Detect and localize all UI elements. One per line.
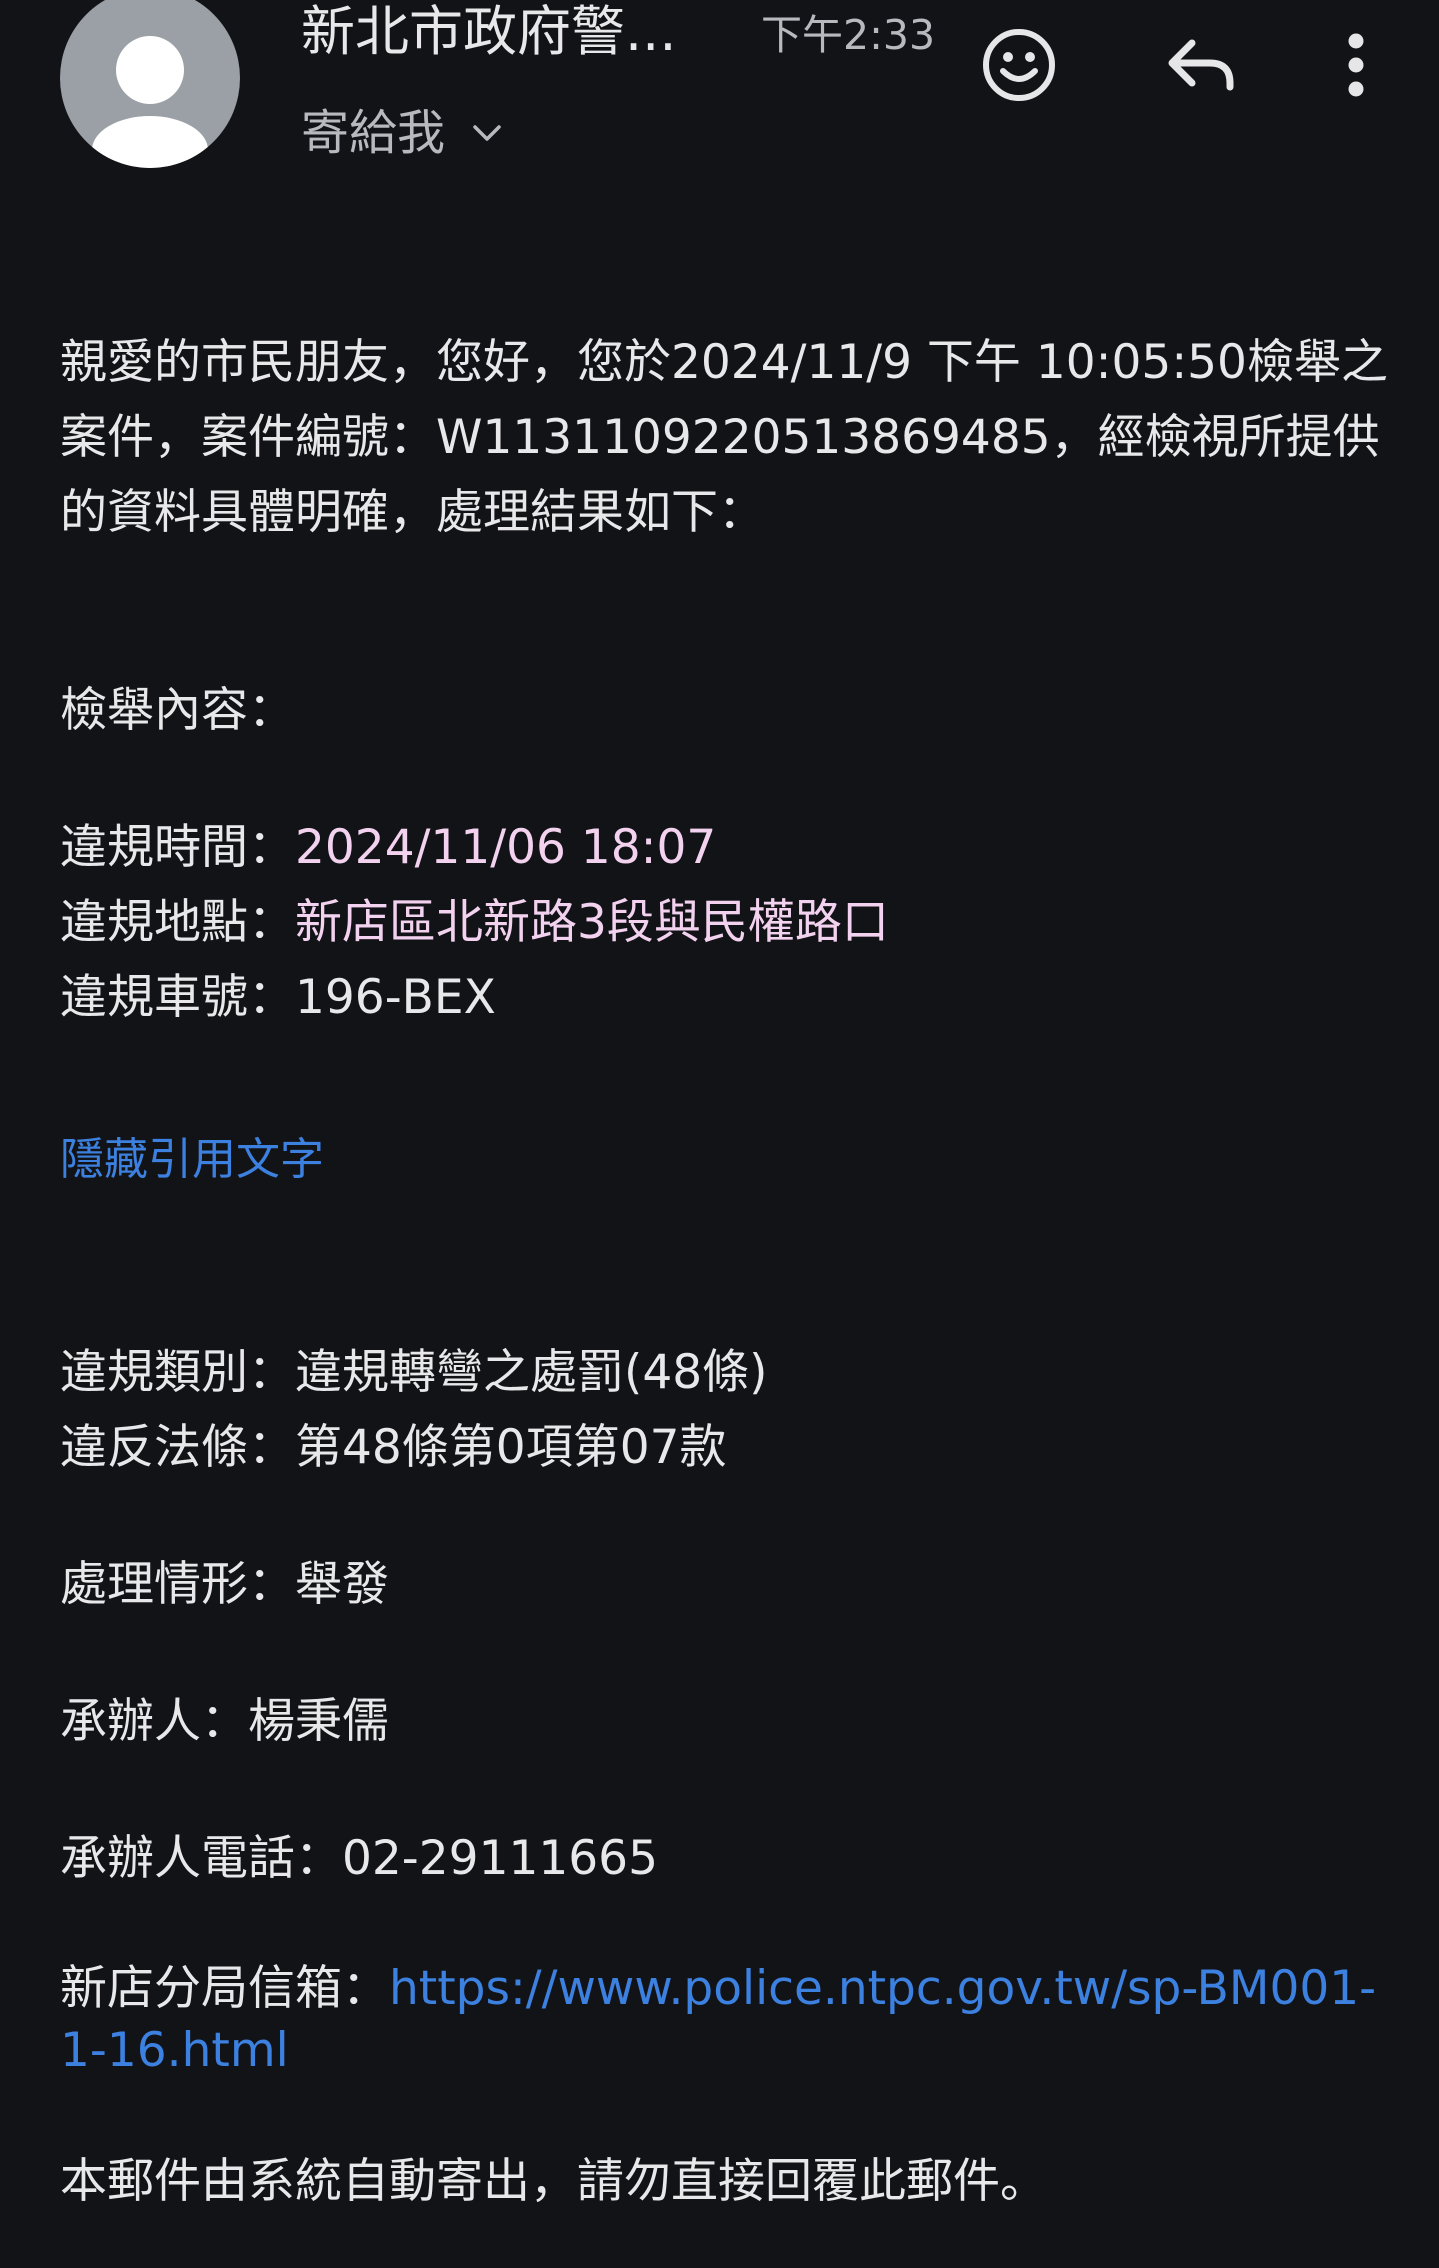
- report-title: 檢舉內容：: [60, 683, 295, 738]
- intro-paragraph: 親愛的市民朋友，您好，您於2024/11/9 下午 10:05:50檢舉之案件，…: [60, 335, 1388, 540]
- reply-icon: [1168, 39, 1234, 91]
- mailbox-row: 新店分局信箱：https://www.police.ntpc.gov.tw/sp…: [60, 1958, 1390, 2082]
- violation-place-value: 新店區北新路3段與民權路口: [295, 895, 889, 950]
- law-label: 違反法條：: [60, 1420, 295, 1475]
- category-value: 違規轉彎之處罰(48條): [295, 1345, 768, 1400]
- handler-value: 楊秉儒: [248, 1694, 389, 1749]
- sender-name[interactable]: 新北市政府警...: [301, 0, 677, 64]
- plate-value: 196-BEX: [295, 970, 496, 1025]
- more-options-button[interactable]: [1313, 22, 1399, 108]
- emoji-icon: [983, 29, 1055, 101]
- email-view: 新北市政府警... 下午2:33 寄給我 親愛的市民朋友，您好，您於2024/1…: [0, 0, 1439, 2268]
- status-row: 處理情形：舉發: [60, 1547, 1390, 1622]
- reply-button[interactable]: [1157, 22, 1243, 108]
- footer-note: 本郵件由系統自動寄出，請勿直接回覆此郵件。: [60, 2154, 1047, 2209]
- phone-row: 承辦人電話：02-29111665: [60, 1821, 1390, 1896]
- handler-label: 承辦人：: [60, 1694, 248, 1749]
- category-label: 違規類別：: [60, 1345, 295, 1400]
- status-label: 處理情形：: [60, 1557, 295, 1612]
- violation-time-value: 2024/11/06 18:07: [295, 820, 717, 875]
- person-avatar-icon: [92, 36, 208, 168]
- phone-label: 承辦人電話：: [60, 1831, 342, 1886]
- law-value: 第48條第0項第07款: [295, 1420, 727, 1475]
- law-row: 違反法條：第48條第0項第07款: [60, 1410, 1390, 1485]
- email-body: 親愛的市民朋友，您好，您於2024/11/9 下午 10:05:50檢舉之案件，…: [60, 325, 1390, 2219]
- violation-place-label: 違規地點：: [60, 895, 295, 950]
- status-value: 舉發: [295, 1557, 389, 1612]
- recipient-label: 寄給我: [301, 105, 446, 161]
- more-vert-icon: [1348, 33, 1364, 97]
- chevron-down-icon: [473, 125, 501, 141]
- category-row: 違規類別：違規轉彎之處罰(48條): [60, 1335, 1390, 1410]
- received-time: 下午2:33: [761, 11, 936, 59]
- violation-time-row: 違規時間：2024/11/06 18:07: [60, 810, 1390, 885]
- plate-label: 違規車號：: [60, 970, 295, 1025]
- recipient-toggle[interactable]: 寄給我: [301, 103, 507, 163]
- violation-place-row: 違規地點：新店區北新路3段與民權路口: [60, 885, 1390, 960]
- add-reaction-button[interactable]: [976, 22, 1062, 108]
- violation-time-label: 違規時間：: [60, 820, 295, 875]
- mailbox-label: 新店分局信箱：: [60, 1961, 389, 2016]
- handler-row: 承辦人：楊秉儒: [60, 1684, 1390, 1759]
- phone-value[interactable]: 02-29111665: [342, 1831, 658, 1886]
- plate-row: 違規車號：196-BEX: [60, 960, 1390, 1035]
- hide-quoted-text-link[interactable]: 隱藏引用文字: [60, 1122, 1390, 1197]
- sender-avatar[interactable]: [60, 0, 240, 168]
